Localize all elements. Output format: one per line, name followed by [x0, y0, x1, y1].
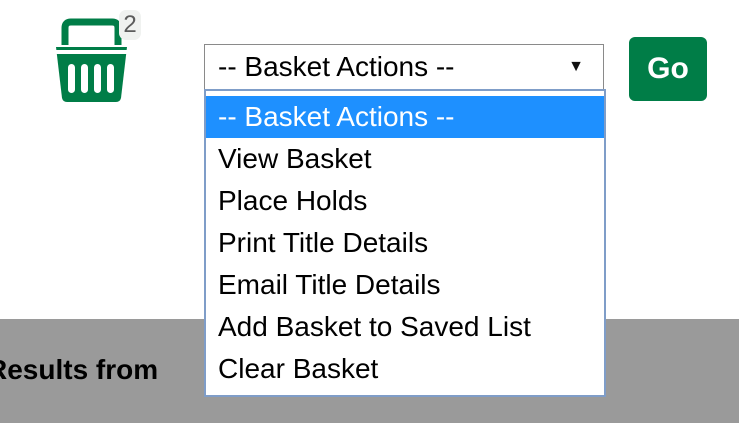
basket-actions-select[interactable]: -- Basket Actions -- ▼: [204, 44, 604, 90]
dropdown-option-view-basket[interactable]: View Basket: [206, 138, 604, 180]
dropdown-option-place-holds[interactable]: Place Holds: [206, 180, 604, 222]
basket-actions-selected-value: -- Basket Actions --: [218, 51, 455, 82]
dropdown-option-add-basket-to-saved-list[interactable]: Add Basket to Saved List: [206, 306, 604, 348]
dropdown-option-email-title-details[interactable]: Email Title Details: [206, 264, 604, 306]
results-from-label: Results from: [0, 354, 159, 385]
basket-actions-dropdown[interactable]: -- Basket Actions -- View Basket Place H…: [204, 89, 606, 397]
basket-count-badge: 2: [119, 10, 141, 40]
dropdown-arrow-icon: ▼: [568, 58, 584, 75]
dropdown-option-print-title-details[interactable]: Print Title Details: [206, 222, 604, 264]
go-button[interactable]: Go: [629, 37, 707, 101]
dropdown-option-basket-actions[interactable]: -- Basket Actions --: [206, 96, 604, 138]
dropdown-option-clear-basket[interactable]: Clear Basket: [206, 348, 604, 390]
